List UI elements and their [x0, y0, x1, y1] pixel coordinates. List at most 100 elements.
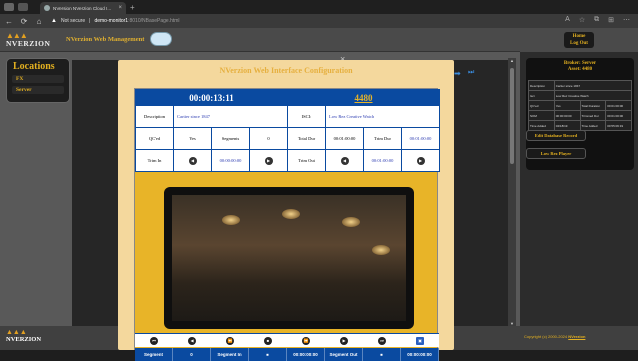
footer-logo-text: NVERZION: [6, 336, 42, 343]
tab-strip: NVersion NVerzion Cloud I... × +: [0, 0, 638, 14]
browser-tab[interactable]: NVersion NVerzion Cloud I... ×: [40, 2, 126, 14]
table-row: Description Cartier since 1847: [528, 80, 633, 91]
trim-dur-value: 00:01:00:00: [401, 127, 440, 150]
page-header: ▲▲▲ NVERZION NVerzion Web Management: [0, 28, 520, 52]
info-cell: QC'ed: [528, 100, 555, 111]
next-arrow-icon[interactable]: ➡: [454, 69, 461, 78]
close-tab-icon[interactable]: ×: [118, 5, 122, 11]
read-aloud-icon[interactable]: A: [565, 16, 570, 24]
scene-lamp: [222, 215, 240, 225]
trim-out-label: Trim Out: [287, 149, 326, 172]
isci-link[interactable]: 4480: [287, 89, 440, 106]
url-separator: |: [89, 18, 91, 24]
scene-lamp: [372, 245, 390, 255]
segments-value: 0: [249, 127, 288, 150]
location-item-fx[interactable]: FX: [12, 75, 64, 83]
edit-database-record-button[interactable]: Edit Database Record: [526, 130, 586, 141]
trim-in-goto-icon[interactable]: ▶: [264, 156, 273, 165]
skip-start-icon[interactable]: ⏮: [150, 336, 158, 345]
fast-forward-icon[interactable]: ⏩: [302, 336, 310, 345]
save-icon[interactable]: ▣: [416, 336, 424, 345]
qc-label: QC'ed: [135, 127, 174, 150]
nverzion-logo[interactable]: ▲▲▲ NVERZION: [6, 32, 54, 50]
info-cell: Time Added: [579, 120, 607, 131]
asset-panel: 00:00:13:11 4480 Description Cartier sin…: [134, 88, 440, 361]
asset-name: Asset: 4480: [567, 67, 593, 72]
scene-lamp: [342, 217, 360, 227]
tab-actions-icon[interactable]: [18, 3, 28, 11]
stop-icon[interactable]: ■: [264, 336, 272, 345]
info-cell: Low Rez Creative Watch: [553, 90, 633, 101]
url-host: demo-monitor1: [94, 18, 129, 24]
modal-title: NVerzion Web Interface Configuration: [219, 66, 353, 75]
trim-out-set-icon[interactable]: ◀: [340, 156, 349, 165]
isci-title-value: Low Rez Creative Watch: [325, 105, 440, 128]
home-link[interactable]: Home: [564, 33, 594, 40]
back-icon[interactable]: ←: [3, 17, 15, 26]
low-rez-player-button[interactable]: Low Rez Player: [526, 148, 586, 159]
browser-window: NVersion NVerzion Cloud I... × + ← ⟳ ⌂ ▲…: [0, 0, 638, 361]
home-icon[interactable]: ⌂: [33, 17, 45, 26]
info-cell: 00:00:00:00: [553, 110, 581, 121]
logout-link[interactable]: Log Out: [564, 40, 594, 47]
info-cell: Cartier since 1847: [553, 80, 633, 91]
config-modal: NVerzion Web Interface Configuration 00:…: [118, 60, 454, 361]
table-row: Isci Low Rez Creative Watch: [528, 90, 633, 101]
video-player[interactable]: [164, 187, 414, 329]
timecode-display: 00:00:13:11: [135, 89, 288, 106]
info-cell: Description: [528, 80, 555, 91]
total-dur-label: Total Dur: [287, 127, 326, 150]
collections-icon[interactable]: ⊞: [608, 16, 614, 24]
step-back-icon[interactable]: ◀: [188, 336, 196, 345]
logo-mountains-icon: ▲▲▲: [6, 31, 28, 40]
tab-title: NVersion NVerzion Cloud I...: [53, 5, 112, 11]
more-menu-icon[interactable]: ⋯: [623, 16, 630, 24]
rewind-icon[interactable]: ⏪: [226, 336, 234, 345]
skip-end-icon[interactable]: ⏭: [468, 69, 474, 77]
qc-value: Yes: [173, 127, 212, 150]
right-header: Home Log Out: [520, 28, 638, 52]
footer-logo: ▲▲▲ NVERZION: [6, 329, 42, 343]
trim-in-value: 00:00:00:00: [211, 149, 250, 172]
segments-label: Segments: [211, 127, 250, 150]
skip-end-icon[interactable]: ⏭: [378, 336, 386, 345]
browser-toolbar: A ☆ ⧉ ⊞ ⋯: [565, 16, 630, 24]
refresh-icon[interactable]: ⟳: [18, 17, 30, 26]
info-cell: SOM: [528, 110, 555, 121]
scrollbar-thumb[interactable]: [510, 68, 514, 164]
play-icon[interactable]: ▶: [340, 336, 348, 345]
copyright-link[interactable]: NVerzion: [568, 334, 585, 339]
playback-controls: ⏮ ◀ ⏪ ■ ⏩ ▶ ⏭ ▣: [135, 333, 439, 347]
copyright-prefix: Copyright (c) 2000-2024: [524, 334, 568, 339]
broker-title: Broker: Server Asset: 4480: [526, 58, 634, 80]
trim-in-label: Trim In: [135, 149, 174, 172]
info-cell: 04/18/19: [553, 120, 581, 131]
window-menu-icon[interactable]: [4, 3, 14, 11]
trim-in-set-icon[interactable]: ◀: [188, 156, 197, 165]
new-tab-button[interactable]: +: [130, 3, 135, 12]
scene-lamp: [282, 209, 300, 219]
cloud-icon: [150, 32, 172, 46]
trim-dur-label: Trim Dur: [363, 127, 402, 150]
scroll-up-icon[interactable]: ▲: [508, 58, 516, 63]
info-cell: Time Added: [528, 120, 555, 131]
url-field[interactable]: ▲ Not secure | demo-monitor1:8010/NBaseP…: [51, 16, 180, 26]
favicon-icon: [44, 5, 50, 11]
split-screen-icon[interactable]: ⧉: [594, 16, 599, 24]
home-logout-box: Home Log Out: [564, 32, 594, 48]
trim-out-goto-icon[interactable]: ▶: [416, 156, 425, 165]
scrollbar[interactable]: ▲ ▼: [508, 58, 516, 326]
asset-table: 00:00:13:11 4480 Description Cartier sin…: [135, 89, 440, 172]
table-row: SOM 00:00:00:00 Trimmed Dur 00:01:00:00: [528, 110, 632, 121]
description-label: Description: [135, 105, 174, 128]
app-name: NVerzion Web Management: [66, 36, 145, 43]
right-panel: Home Log Out Broker: Server Asset: 4480 …: [520, 28, 638, 350]
security-label[interactable]: Not secure: [61, 18, 85, 24]
favorite-icon[interactable]: ☆: [579, 16, 585, 24]
locations-title: Locations: [13, 61, 55, 72]
info-cell: Isci: [528, 90, 555, 101]
info-cell: Trimmed Dur: [579, 110, 607, 121]
isci-label: ISCI:: [287, 105, 326, 128]
location-item-server[interactable]: Server: [12, 86, 64, 94]
trim-out-value: 00:01:00:00: [363, 149, 402, 172]
